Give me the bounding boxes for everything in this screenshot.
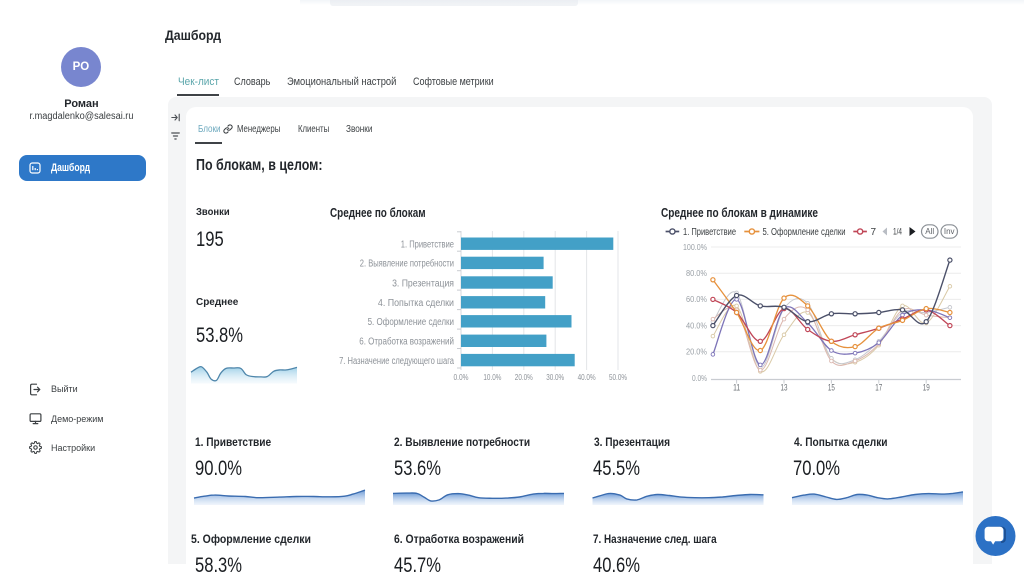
svg-text:2. Выявление потребности: 2. Выявление потребности [360, 258, 454, 270]
svg-text:17: 17 [875, 383, 882, 393]
svg-text:1/4: 1/4 [893, 227, 902, 238]
svg-text:30.0%: 30.0% [546, 373, 564, 382]
svg-text:6. Отработка возражений: 6. Отработка возражений [359, 336, 454, 348]
svg-text:7: 7 [871, 227, 877, 238]
svg-text:1. Приветствие: 1. Приветствие [683, 227, 736, 238]
svg-text:0.0%: 0.0% [454, 373, 469, 382]
svg-text:10.0%: 10.0% [483, 373, 501, 382]
svg-text:80.0%: 80.0% [686, 269, 707, 278]
svg-text:3. Презентация: 3. Презентация [392, 278, 454, 289]
svg-text:0.0%: 0.0% [692, 374, 707, 383]
svg-text:100.0%: 100.0% [683, 243, 707, 252]
svg-text:7. Назначение следующего шага: 7. Назначение следующего шага [339, 356, 454, 367]
svg-text:1. Приветствие: 1. Приветствие [401, 240, 455, 251]
svg-text:5. Оформление сделки: 5. Оформление сделки [368, 316, 454, 328]
svg-text:15: 15 [828, 383, 835, 393]
svg-text:40.0%: 40.0% [686, 321, 707, 330]
svg-text:50.0%: 50.0% [609, 373, 627, 382]
svg-text:60.0%: 60.0% [686, 295, 707, 304]
svg-text:20.0%: 20.0% [515, 373, 533, 382]
svg-text:20.0%: 20.0% [686, 348, 707, 357]
svg-text:40.0%: 40.0% [578, 373, 596, 382]
svg-text:11: 11 [733, 383, 740, 393]
svg-text:Inv: Inv [944, 227, 955, 236]
svg-text:13: 13 [781, 383, 788, 393]
svg-text:5. Оформление сделки: 5. Оформление сделки [763, 226, 846, 238]
svg-text:4. Попытка сделки: 4. Попытка сделки [378, 298, 454, 309]
svg-text:19: 19 [923, 383, 930, 393]
svg-text:All: All [925, 227, 934, 236]
